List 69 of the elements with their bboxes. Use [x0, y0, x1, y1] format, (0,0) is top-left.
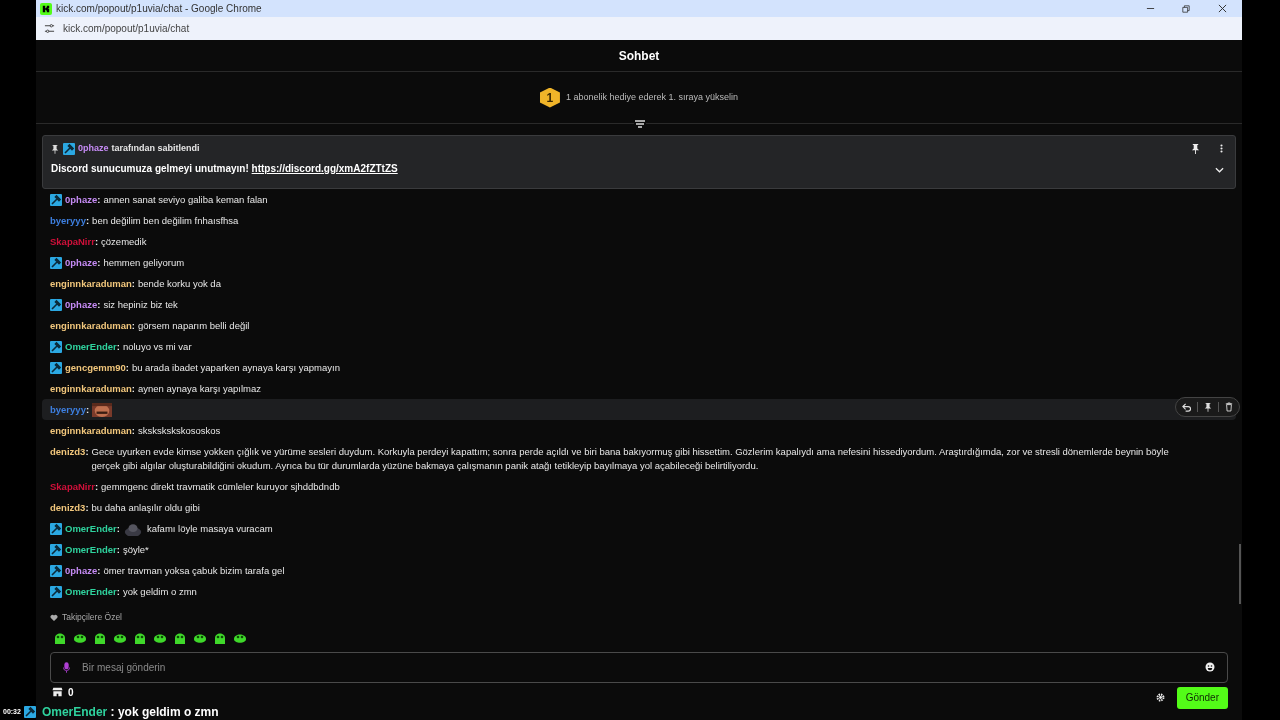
window-title: kick.com/popout/p1uvia/chat - Google Chrome: [56, 2, 263, 16]
message-text: skskskskskososkos: [138, 423, 221, 438]
username[interactable]: OmerEnder:: [65, 584, 120, 599]
message-text: bu daha anlaşılır oldu gibi: [91, 500, 200, 515]
username[interactable]: enginnkaraduman:: [50, 318, 135, 333]
pin-icon[interactable]: [1191, 143, 1200, 155]
message-text: ben değilim ben değilim fnhaısfhsa: [92, 213, 239, 228]
message-input[interactable]: Bir mesaj gönderin: [82, 659, 1193, 675]
username[interactable]: 0phaze:: [65, 297, 101, 312]
username[interactable]: enginnkaraduman:: [50, 276, 135, 291]
restore-icon[interactable]: [1182, 4, 1190, 13]
trash-icon[interactable]: [1225, 402, 1233, 412]
message-text: gemmgenc direkt travmatik cümleler kuruyor sjhddbdndb: [101, 479, 340, 494]
username[interactable]: enginnkaraduman:: [50, 423, 135, 438]
username[interactable]: 0phaze:: [65, 255, 101, 270]
username[interactable]: byeryyy:: [50, 213, 90, 228]
kick-logo-icon: [40, 2, 52, 15]
username[interactable]: SkapaNirr:: [50, 234, 99, 249]
username[interactable]: denizd3:: [50, 500, 89, 515]
rank-badge: 1: [539, 87, 560, 108]
message-text: aynen aynaya karşı yapılmaz: [138, 381, 262, 396]
more-icon[interactable]: [1220, 144, 1223, 154]
message-text: kafamı löyle masaya vuracam: [146, 521, 273, 536]
pin-icon: [51, 143, 59, 154]
points-count: 0: [68, 686, 74, 698]
message-text: bu arada ibadet yaparken aynaya karşı yapmayın: [131, 360, 340, 375]
username[interactable]: OmerEnder:: [65, 542, 120, 557]
username[interactable]: 0phaze:: [65, 563, 101, 578]
message-text: yok geldim o zmn: [122, 584, 197, 599]
username[interactable]: byeryyy:: [50, 402, 90, 417]
message-text: çözemedik: [101, 234, 147, 249]
username[interactable]: enginnkaraduman:: [50, 381, 135, 396]
username[interactable]: gencgemm90:: [65, 360, 129, 375]
site-settings-icon[interactable]: [44, 23, 55, 34]
message-text: şöyle*: [122, 542, 149, 557]
username[interactable]: 0phaze:: [65, 192, 101, 207]
username[interactable]: 0phaze: [78, 142, 109, 156]
pin-icon[interactable]: [1204, 402, 1212, 412]
message-text: bende korku yok da: [138, 276, 221, 291]
chevron-down-icon[interactable]: [1215, 167, 1224, 173]
goal-text: 1 abonelik hediye ederek 1. sıraya yükselin: [565, 90, 739, 104]
message-text: hemmen geliyorum: [103, 255, 185, 270]
overlay-message: OmerEnder : yok geldim o zmn: [41, 705, 219, 719]
message-field[interactable]: Bir mesaj gönderin: [50, 651, 1228, 683]
message-text: noluyo vs mi var: [122, 339, 192, 354]
username[interactable]: denizd3:: [50, 444, 89, 459]
message-text: siz hepiniz biz tek: [103, 297, 178, 312]
reply-icon[interactable]: [1182, 402, 1191, 412]
microphone-icon[interactable]: [63, 661, 70, 673]
close-icon[interactable]: [1217, 4, 1227, 13]
pinned-by-text: tarafından sabitlendi: [111, 142, 200, 155]
username[interactable]: SkapaNirr:: [50, 479, 99, 494]
emoji-icon[interactable]: [1205, 662, 1215, 673]
message-text: ömer travman yoksa çabuk bizim tarafa gel: [103, 563, 285, 578]
message-text: annen sanat seviyo galiba keman falan: [103, 192, 268, 207]
store-icon[interactable]: [52, 687, 63, 698]
username[interactable]: OmerEnder:: [65, 521, 120, 536]
pinned-text: Discord sunucumuza gelmeyi unutmayın! https://discord.gg/xmA2fZTtZS: [51, 161, 398, 176]
send-button[interactable]: Gönder: [1176, 686, 1228, 709]
username[interactable]: OmerEnder:: [65, 339, 120, 354]
settings-icon[interactable]: [1155, 693, 1165, 703]
message-text: görsem naparım belli değil: [138, 318, 250, 333]
chat-title: Sohbet: [618, 47, 660, 65]
heart-icon: [50, 613, 58, 621]
discord-link[interactable]: https://discord.gg/xmA2fZTtZS: [251, 162, 398, 174]
emote-section-label: Takipçilere Özel: [62, 611, 122, 624]
scrollbar[interactable]: [1239, 544, 1241, 604]
message-text: Gece uyurken evde kimse yokken çığlık ve yürüme sesleri duydum. Korkuyla perdeyi kapattım; sonra perde açıldı ve biri bana bakıyormuş gibi hissettim. Gözlerim kapalıydı ama nefesini hissediyordum. Araştırdığımda, zor ve stresli dönemlerde beynin böyle gerçek gibi algılar oluşturabildiğini okudum. Ayrıca bu tür durumlarda yüzüne bakmaya çalışmanın panik atağı tetikleyip bayılmaya yol açabileceği belirtiliyordu.: [91, 444, 1170, 473]
url-text[interactable]: kick.com/popout/p1uvia/chat: [63, 21, 190, 36]
